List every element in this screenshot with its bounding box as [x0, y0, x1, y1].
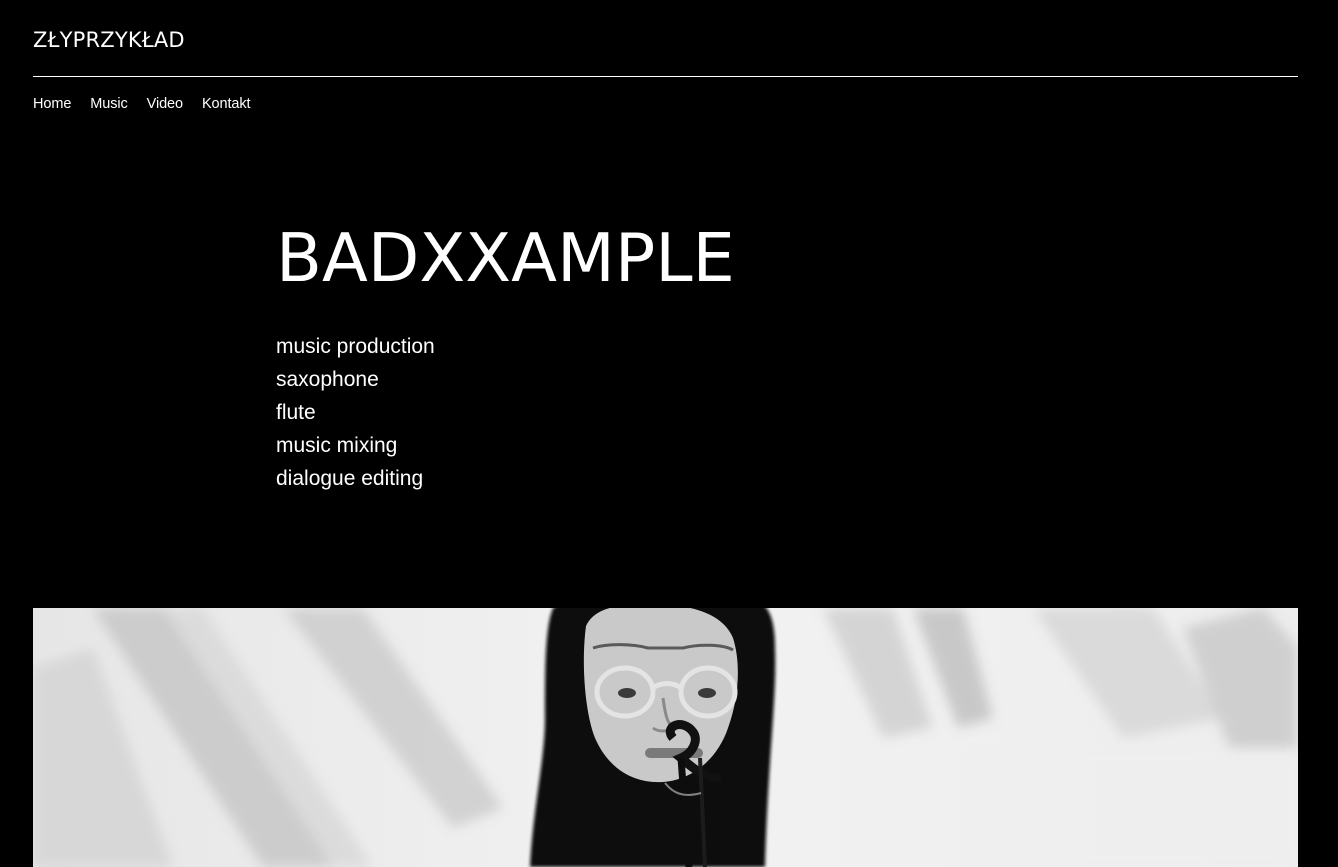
nav-link-kontakt[interactable]: Kontakt — [202, 96, 251, 112]
nav-link-video[interactable]: Video — [147, 96, 183, 112]
skill-item: music production — [276, 335, 435, 358]
site-header: ZŁYPRZYKŁAD — [33, 0, 1298, 77]
skills-list: music production saxophone flute music m… — [276, 330, 435, 495]
skill-item: saxophone — [276, 368, 379, 391]
skill-item: music mixing — [276, 434, 398, 457]
hero-video[interactable] — [33, 608, 1298, 867]
hero-title: BADXXAMPLE — [276, 219, 735, 297]
person-with-saxophone-photo — [33, 608, 1298, 867]
main-nav: Home Music Video Kontakt — [33, 94, 269, 114]
nav-link-music[interactable]: Music — [90, 96, 127, 112]
skill-item: dialogue editing — [276, 467, 424, 490]
skill-item: flute — [276, 401, 316, 424]
site-logo[interactable]: ZŁYPRZYKŁAD — [33, 28, 185, 52]
nav-link-home[interactable]: Home — [33, 96, 71, 112]
